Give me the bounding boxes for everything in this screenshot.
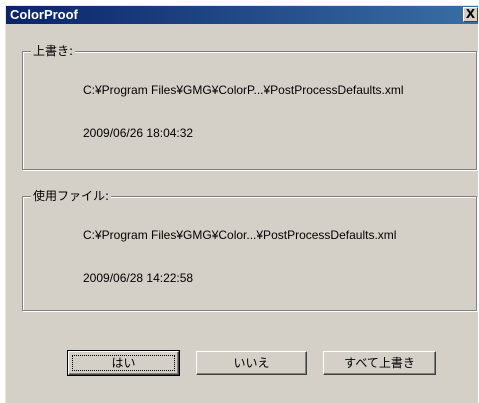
overwrite-file-date: 2009/06/26 18:04:32 — [83, 126, 194, 140]
used-file-group: 使用ファイル: C:¥Program Files¥GMG¥Color...¥Po… — [22, 188, 477, 311]
used-file-group-label: 使用ファイル: — [31, 188, 112, 204]
used-file-date: 2009/06/28 14:22:58 — [83, 271, 194, 285]
close-button[interactable]: X — [463, 7, 478, 22]
no-button[interactable]: いいえ — [196, 351, 307, 375]
focus-rectangle — [72, 355, 175, 371]
overwrite-file-path: C:¥Program Files¥GMG¥ColorP...¥PostProce… — [83, 83, 404, 97]
overwrite-group: 上書き: C:¥Program Files¥GMG¥ColorP...¥Post… — [22, 43, 477, 170]
close-icon: X — [465, 7, 476, 21]
no-button-label: いいえ — [233, 356, 270, 370]
overwrite-all-button[interactable]: すべて上書き — [323, 351, 436, 375]
title-bar[interactable]: ColorProof X — [6, 6, 478, 24]
overwrite-all-button-label: すべて上書き — [344, 356, 415, 370]
overwrite-group-label: 上書き: — [31, 43, 76, 59]
yes-button[interactable]: はい — [67, 350, 180, 376]
window-title: ColorProof — [10, 7, 78, 22]
dialog-window: ColorProof X 上書き: C:¥Program Files¥GMG¥C… — [5, 5, 478, 403]
used-file-path: C:¥Program Files¥GMG¥Color...¥PostProces… — [83, 228, 397, 242]
